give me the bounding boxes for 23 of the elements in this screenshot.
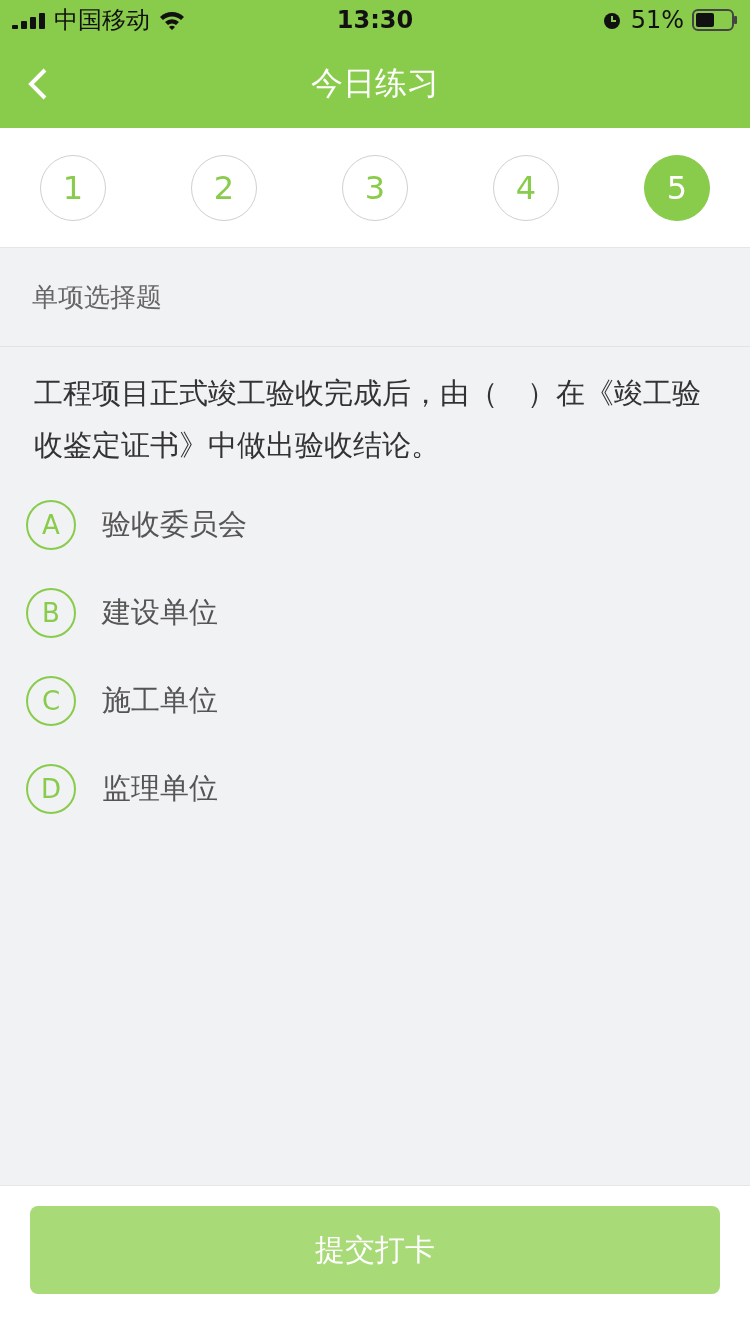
option-text[interactable]: 监理单位	[102, 769, 218, 809]
option-letter[interactable]: A	[26, 500, 76, 550]
back-icon	[28, 68, 48, 100]
question-number-tab[interactable]: 3	[342, 154, 408, 221]
battery-icon	[692, 9, 738, 31]
signal-icon	[12, 11, 46, 29]
section-title: 单项选择题	[32, 280, 162, 314]
question-number-tab[interactable]: 4	[493, 154, 559, 221]
option-text[interactable]: 验收委员会	[102, 505, 247, 545]
page-title: 今日练习	[311, 63, 439, 104]
option-letter[interactable]: B	[26, 588, 76, 638]
clock-time: 13:30	[336, 6, 414, 34]
wifi-icon	[158, 9, 186, 31]
question-number-tab[interactable]: 2	[191, 154, 257, 221]
carrier-name: 中国移动	[54, 5, 150, 36]
option-letter[interactable]: D	[26, 764, 76, 814]
question-number-tab[interactable]: 1	[40, 154, 106, 221]
question-number-tab[interactable]: 5	[644, 154, 710, 221]
question-text: 工程项目正式竣工验收完成后，由（ ）在《竣工验收鉴定证书》中做出验收结论。	[34, 375, 702, 464]
option-text[interactable]: 建设单位	[102, 593, 218, 633]
option-text[interactable]: 施工单位	[102, 681, 218, 721]
option-letter[interactable]: C	[26, 676, 76, 726]
battery-percent: 51%	[630, 6, 684, 34]
